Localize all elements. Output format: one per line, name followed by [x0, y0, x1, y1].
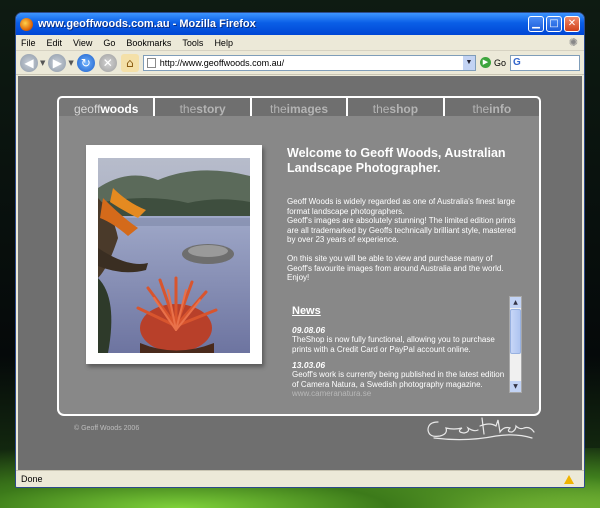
tab-info[interactable]: theinfo	[444, 96, 542, 118]
tab-story-suffix: story	[196, 102, 226, 116]
copyright-text: © Geoff Woods 2006	[74, 425, 140, 432]
search-input[interactable]: G	[510, 54, 580, 71]
scroll-up-icon[interactable]: ▲	[510, 297, 521, 308]
navigation-toolbar: ◀ ▼ ▶ ▼ ↻ ✕ ⌂ http://www.geoffwoods.com.…	[16, 51, 584, 75]
browser-window: www.geoffwoods.com.au - Mozilla Firefox …	[15, 12, 585, 488]
url-text[interactable]: http://www.geoffwoods.com.au/	[160, 58, 284, 68]
tab-home-suffix: woods	[100, 102, 139, 116]
home-button[interactable]: ⌂	[120, 53, 139, 72]
firefox-icon	[20, 17, 33, 31]
title-bar: www.geoffwoods.com.au - Mozilla Firefox …	[16, 13, 584, 35]
forward-dropdown-icon[interactable]: ▼	[68, 59, 73, 67]
menu-edit[interactable]: Edit	[47, 38, 63, 48]
minimize-button[interactable]: ▁	[528, 16, 544, 32]
go-label: Go	[493, 57, 506, 68]
tab-info-prefix: the	[472, 102, 490, 116]
menu-tools[interactable]: Tools	[182, 38, 203, 48]
tab-images-prefix: the	[269, 102, 287, 116]
news-link[interactable]: www.cameranatura.se	[292, 389, 371, 398]
tab-images[interactable]: theimages	[251, 96, 349, 118]
stop-button[interactable]: ✕	[98, 53, 117, 72]
tab-images-suffix: images	[286, 102, 329, 116]
site-nav-tabs: geoffwoods thestory theimages theshop th…	[57, 96, 542, 118]
news-heading: News	[292, 305, 321, 317]
news-date: 09.08.06	[292, 325, 326, 335]
status-text: Done	[21, 474, 43, 484]
scroll-thumb[interactable]	[510, 309, 521, 354]
close-button[interactable]: ✕	[564, 16, 580, 32]
address-bar[interactable]: http://www.geoffwoods.com.au/ ▼	[142, 54, 476, 71]
scroll-down-icon[interactable]: ▼	[510, 381, 521, 392]
news-item: Geoff's work is currently being publishe…	[292, 370, 512, 399]
window-title: www.geoffwoods.com.au - Mozilla Firefox	[38, 18, 256, 30]
go-button[interactable]: ▶ Go	[479, 57, 506, 68]
status-bar: Done	[16, 470, 584, 487]
page-content: geoffwoods thestory theimages theshop th…	[18, 76, 582, 471]
warning-icon[interactable]	[564, 474, 574, 484]
menu-help[interactable]: Help	[214, 38, 233, 48]
tab-story[interactable]: thestory	[155, 96, 252, 118]
intro-text: Geoff Woods is widely regarded as one of…	[287, 197, 519, 292]
menu-bookmarks[interactable]: Bookmarks	[126, 38, 171, 48]
tab-home[interactable]: geoffwoods	[57, 96, 156, 118]
google-icon[interactable]: G	[513, 57, 521, 68]
tab-info-suffix: info	[489, 102, 512, 116]
news-scrollbar[interactable]: ▲ ▼	[509, 296, 522, 393]
menu-go[interactable]: Go	[103, 38, 115, 48]
url-dropdown-icon[interactable]: ▼	[462, 55, 475, 70]
menu-view[interactable]: View	[73, 38, 92, 48]
intro-paragraph-1: Geoff Woods is widely regarded as one of…	[287, 197, 516, 216]
back-dropdown-icon[interactable]: ▼	[40, 59, 45, 67]
page-icon	[146, 57, 156, 68]
news-item: TheShop is now fully functional, allowin…	[292, 335, 512, 354]
throbber-icon: ✺	[568, 37, 578, 49]
tab-shop-prefix: the	[372, 102, 390, 116]
menu-file[interactable]: File	[21, 38, 36, 48]
menu-bar: File Edit View Go Bookmarks Tools Help ✺	[16, 35, 584, 51]
intro-paragraph-3: On this site you will be able to view an…	[287, 253, 504, 283]
forward-button[interactable]: ▶	[48, 53, 67, 72]
news-date: 13.03.06	[292, 360, 326, 371]
home-panel: Welcome to Geoff Woods, Australian Lands…	[57, 116, 541, 416]
news-section: News 09.08.06 TheShop is now fully funct…	[292, 305, 512, 410]
tab-story-prefix: the	[179, 102, 197, 116]
tab-shop-suffix: shop	[389, 102, 419, 116]
tab-home-prefix: geoff	[73, 102, 101, 116]
go-arrow-icon: ▶	[479, 57, 491, 68]
featured-photo	[98, 158, 250, 353]
intro-paragraph-2: Geoff's images are absolutely stunning! …	[287, 216, 516, 245]
tab-shop[interactable]: theshop	[348, 96, 445, 118]
welcome-heading: Welcome to Geoff Woods, Australian Lands…	[287, 146, 506, 175]
featured-photo-frame	[86, 145, 262, 364]
reload-button[interactable]: ↻	[76, 53, 95, 72]
site-panel: geoffwoods thestory theimages theshop th…	[57, 96, 542, 416]
news-item-text: Geoff's work is currently being publishe…	[292, 370, 505, 389]
back-button[interactable]: ◀	[20, 53, 38, 72]
signature-logo	[427, 417, 535, 441]
news-item-text: TheShop is now fully functional, allowin…	[292, 335, 495, 354]
maximize-button[interactable]: □	[546, 16, 562, 32]
